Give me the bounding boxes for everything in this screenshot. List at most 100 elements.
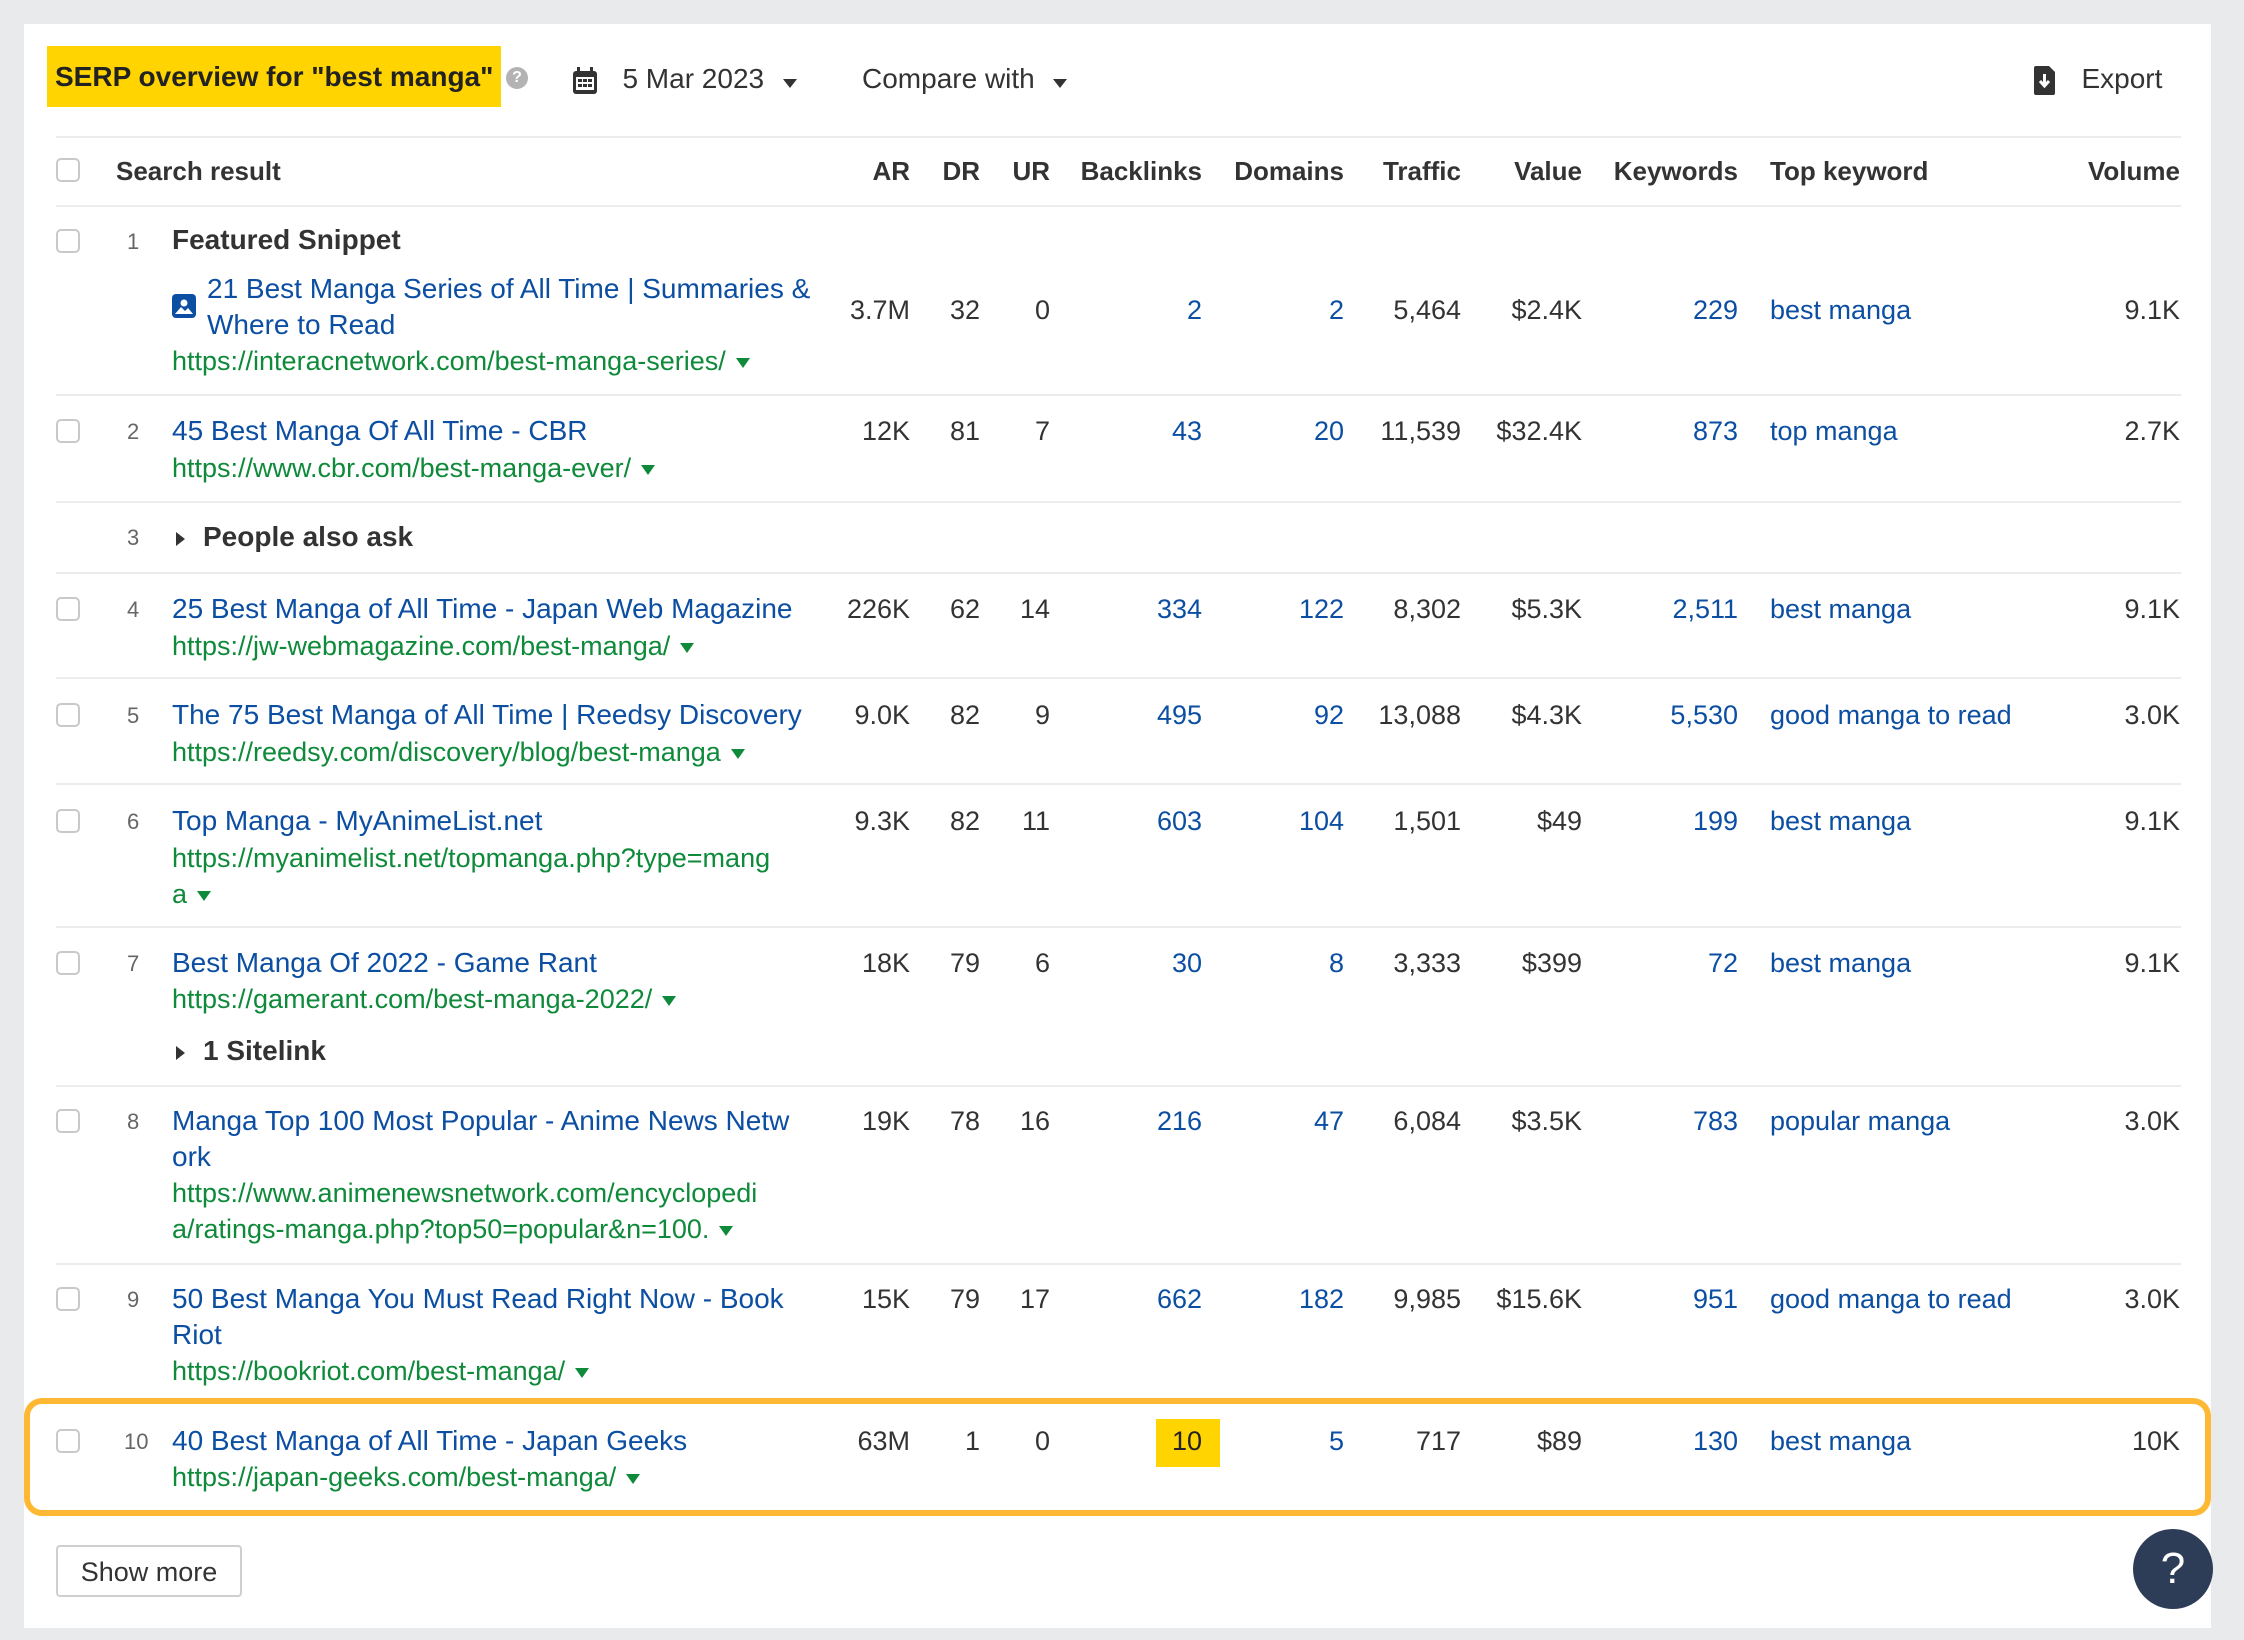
col-header-backlinks[interactable]: Backlinks — [1081, 154, 1202, 188]
domains-link[interactable]: 8 — [1329, 945, 1344, 981]
result-url[interactable]: https://jw-webmagazine.com/best-manga/ — [172, 628, 695, 664]
backlinks-link[interactable]: 662 — [1157, 1281, 1202, 1317]
result-url[interactable]: https://bookriot.com/best-manga/ — [172, 1353, 590, 1389]
result-url[interactable]: https://www.cbr.com/best-manga-ever/ — [172, 450, 656, 486]
domains-link[interactable]: 182 — [1299, 1281, 1344, 1317]
result-url[interactable]: https://japan-geeks.com/best-manga/ — [172, 1459, 641, 1495]
row-checkbox[interactable] — [56, 1287, 80, 1311]
compare-with-dropdown[interactable]: Compare with — [862, 62, 1068, 96]
keywords-link[interactable]: 951 — [1693, 1281, 1738, 1317]
keywords-link[interactable]: 130 — [1693, 1423, 1738, 1459]
col-header-top-keyword[interactable]: Top keyword — [1770, 154, 1928, 188]
result-title-link[interactable]: 25 Best Manga of All Time - Japan Web Ma… — [172, 591, 792, 627]
top-keyword-link[interactable]: best manga — [1770, 591, 1911, 627]
people-also-ask-toggle[interactable]: People also ask — [176, 519, 413, 555]
keywords-link[interactable]: 873 — [1693, 413, 1738, 449]
col-header-traffic[interactable]: Traffic — [1383, 154, 1461, 188]
backlinks-link[interactable]: 30 — [1172, 945, 1202, 981]
url-dropdown-icon[interactable] — [735, 357, 750, 368]
backlinks-link[interactable]: 216 — [1157, 1103, 1202, 1139]
result-title-link-cont[interactable]: Where to Read — [207, 307, 395, 343]
backlinks-link[interactable]: 495 — [1157, 697, 1202, 733]
result-url[interactable]: https://reedsy.com/discovery/blog/best-m… — [172, 734, 745, 770]
url-dropdown-icon[interactable] — [575, 1367, 590, 1378]
col-header-ar[interactable]: AR — [872, 154, 910, 188]
result-title-link[interactable]: Best Manga Of 2022 - Game Rant — [172, 945, 597, 981]
row-checkbox[interactable] — [56, 1429, 80, 1453]
help-tooltip-icon[interactable]: ? — [506, 67, 528, 89]
top-keyword-link[interactable]: good manga to read — [1770, 1281, 2012, 1317]
result-url[interactable]: https://myanimelist.net/topmanga.php?typ… — [172, 840, 770, 876]
result-url[interactable]: https://gamerant.com/best-manga-2022/ — [172, 981, 677, 1017]
domains-link[interactable]: 2 — [1329, 292, 1344, 328]
domains-link[interactable]: 47 — [1314, 1103, 1344, 1139]
sitelink-toggle[interactable]: 1 Sitelink — [176, 1033, 326, 1069]
url-dropdown-icon[interactable] — [719, 1225, 734, 1236]
keywords-link[interactable]: 229 — [1693, 292, 1738, 328]
top-keyword-link[interactable]: best manga — [1770, 1423, 1911, 1459]
result-title-link[interactable]: 40 Best Manga of All Time - Japan Geeks — [172, 1423, 687, 1459]
result-title-link[interactable]: Top Manga - MyAnimeList.net — [172, 803, 542, 839]
domains-link[interactable]: 92 — [1314, 697, 1344, 733]
backlinks-link[interactable]: 43 — [1172, 413, 1202, 449]
row-checkbox[interactable] — [56, 809, 80, 833]
help-chat-button[interactable]: ? — [2133, 1529, 2213, 1609]
top-keyword-link[interactable]: top manga — [1770, 413, 1898, 449]
domains-link[interactable]: 122 — [1299, 591, 1344, 627]
backlinks-link[interactable]: 334 — [1157, 591, 1202, 627]
col-header-domains[interactable]: Domains — [1234, 154, 1344, 188]
url-dropdown-icon[interactable] — [662, 995, 677, 1006]
url-dropdown-icon[interactable] — [197, 890, 212, 901]
url-dropdown-icon[interactable] — [641, 464, 656, 475]
position-number: 6 — [127, 809, 140, 834]
backlinks-link[interactable]: 603 — [1157, 803, 1202, 839]
result-title-link[interactable]: 50 Best Manga You Must Read Right Now - … — [172, 1281, 784, 1317]
backlinks-link[interactable]: 10 — [1172, 1423, 1202, 1459]
domains-link[interactable]: 5 — [1329, 1423, 1344, 1459]
col-header-volume[interactable]: Volume — [2088, 154, 2180, 188]
result-title-link[interactable]: 21 Best Manga Series of All Time | Summa… — [207, 271, 810, 307]
col-header-ur[interactable]: UR — [1012, 154, 1050, 188]
domains-link[interactable]: 20 — [1314, 413, 1344, 449]
export-button[interactable]: Export — [2033, 62, 2162, 101]
domains-link[interactable]: 104 — [1299, 803, 1344, 839]
row-checkbox[interactable] — [56, 1109, 80, 1133]
top-keyword-link[interactable]: popular manga — [1770, 1103, 1950, 1139]
result-title-link[interactable]: Manga Top 100 Most Popular - Anime News … — [172, 1103, 789, 1139]
value-amount: $399 — [1521, 948, 1582, 978]
row-checkbox[interactable] — [56, 229, 80, 253]
col-header-dr[interactable]: DR — [942, 154, 980, 188]
url-dropdown-icon[interactable] — [730, 748, 745, 759]
top-keyword-link[interactable]: best manga — [1770, 292, 1911, 328]
url-dropdown-icon[interactable] — [680, 642, 695, 653]
keywords-link[interactable]: 72 — [1708, 945, 1738, 981]
row-checkbox[interactable] — [56, 597, 80, 621]
result-title-link-cont[interactable]: ork — [172, 1139, 211, 1175]
result-url[interactable]: https://www.animenewsnetwork.com/encyclo… — [172, 1175, 757, 1211]
result-title-link[interactable]: The 75 Best Manga of All Time | Reedsy D… — [172, 697, 802, 733]
backlinks-link[interactable]: 2 — [1187, 292, 1202, 328]
select-all-checkbox[interactable] — [56, 158, 80, 182]
result-url[interactable]: https://interacnetwork.com/best-manga-se… — [172, 343, 750, 379]
col-header-value[interactable]: Value — [1514, 154, 1582, 188]
keywords-link[interactable]: 5,530 — [1670, 697, 1738, 733]
row-checkbox[interactable] — [56, 419, 80, 443]
col-header-keywords[interactable]: Keywords — [1614, 154, 1738, 188]
top-keyword-link[interactable]: good manga to read — [1770, 697, 2012, 733]
result-url-cont[interactable]: a/ratings-manga.php?top50=popular&n=100. — [172, 1211, 734, 1247]
keywords-link[interactable]: 2,511 — [1672, 591, 1738, 627]
url-dropdown-icon[interactable] — [626, 1473, 641, 1484]
result-title-link[interactable]: 45 Best Manga Of All Time - CBR — [172, 413, 588, 449]
top-keyword-link[interactable]: best manga — [1770, 803, 1911, 839]
date-picker[interactable]: 5 Mar 2023 — [572, 62, 797, 100]
row-checkbox[interactable] — [56, 703, 80, 727]
result-url-cont[interactable]: a — [172, 876, 212, 912]
row-checkbox[interactable] — [56, 951, 80, 975]
top-keyword-link[interactable]: best manga — [1770, 945, 1911, 981]
show-more-button[interactable]: Show more — [56, 1545, 242, 1597]
col-header-search-result[interactable]: Search result — [116, 154, 281, 188]
keywords-link[interactable]: 199 — [1693, 803, 1738, 839]
result-title-link-cont[interactable]: Riot — [172, 1317, 222, 1353]
traffic-value: 8,302 — [1393, 594, 1461, 624]
keywords-link[interactable]: 783 — [1693, 1103, 1738, 1139]
